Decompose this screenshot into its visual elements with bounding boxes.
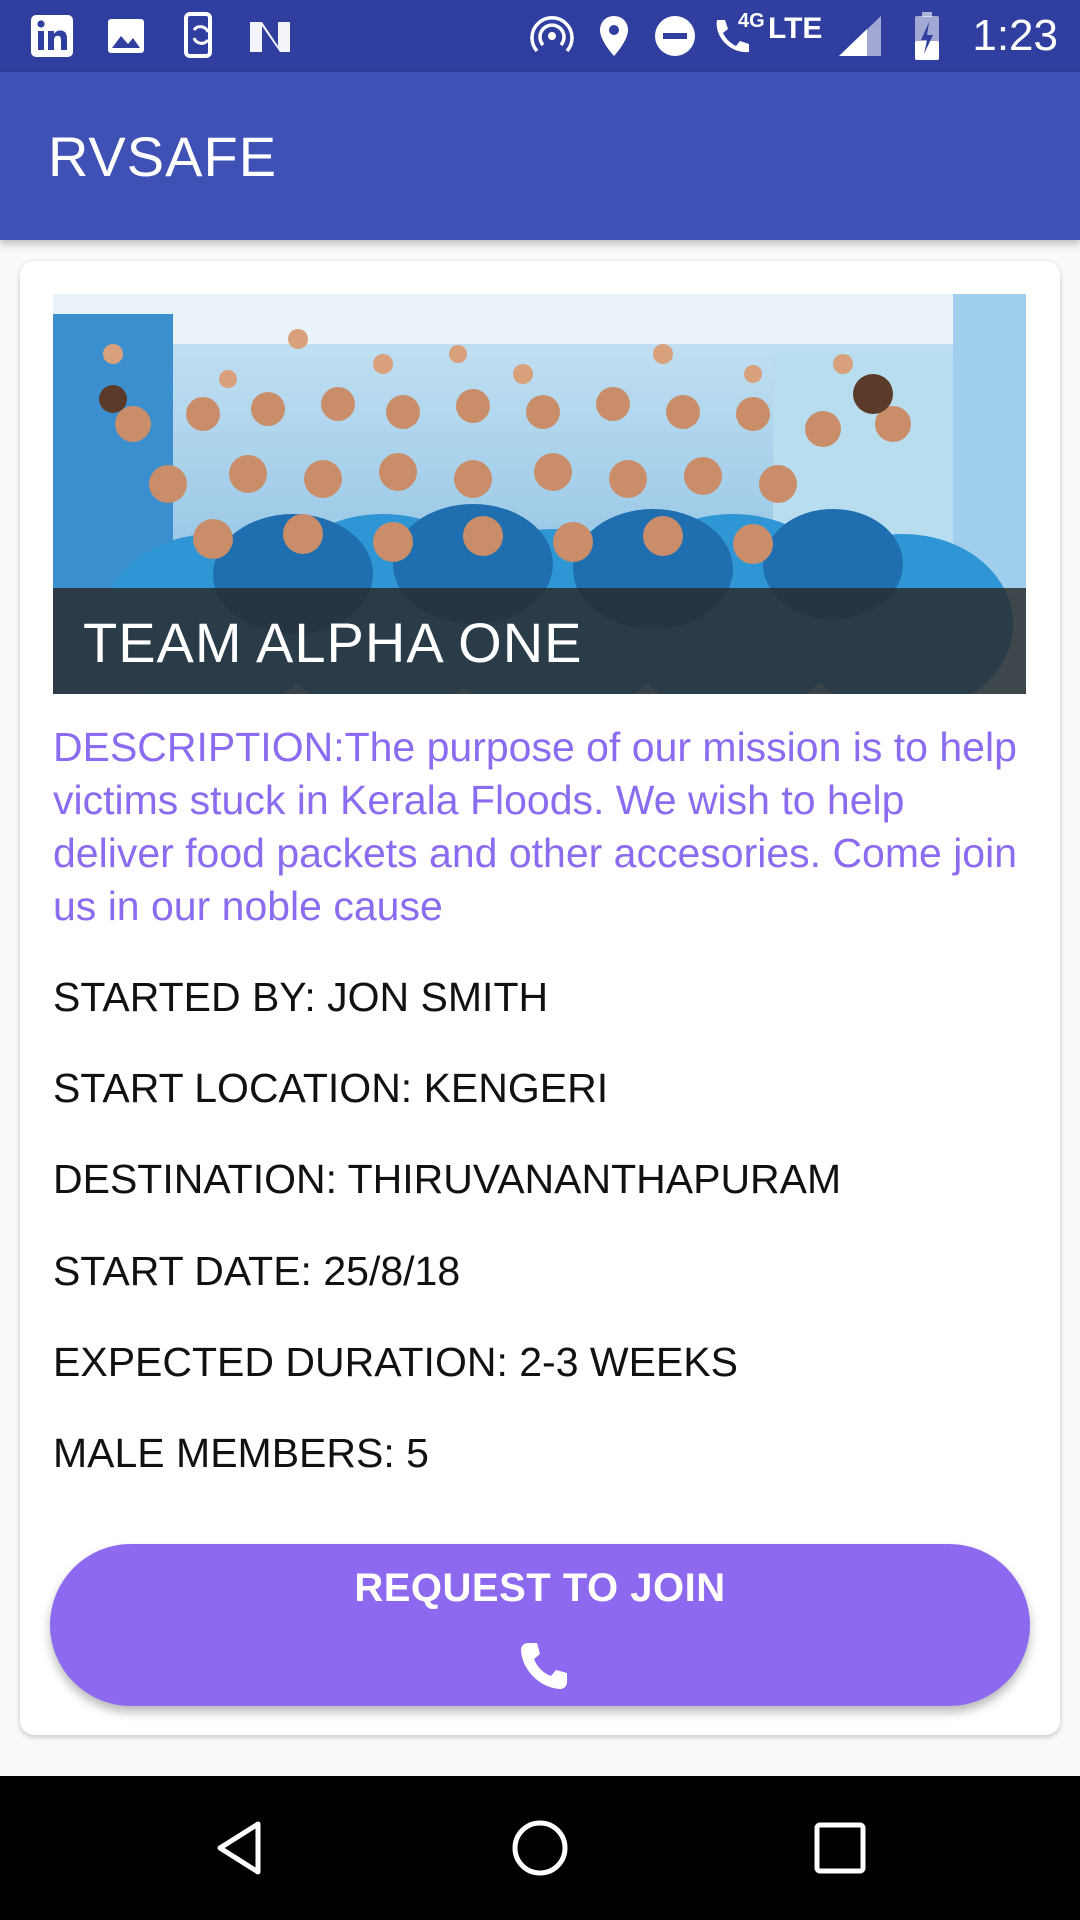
team-description: DESCRIPTION:The purpose of our mission i… — [53, 724, 1018, 929]
lte-label: LTE — [768, 12, 823, 45]
signal-icon — [836, 14, 884, 58]
male-members: MALE MEMBERS: 5 — [53, 1430, 429, 1476]
status-bar: 4G LTE 1:23 — [0, 0, 1080, 72]
home-icon[interactable] — [510, 1818, 570, 1878]
request-to-join-button[interactable]: REQUEST TO JOIN — [50, 1544, 1030, 1706]
back-icon[interactable] — [210, 1818, 270, 1878]
location-icon — [594, 14, 634, 58]
expected-duration: EXPECTED DURATION: 2-3 WEEKS — [53, 1339, 738, 1385]
n-app-icon — [246, 14, 294, 58]
start-location: START LOCATION: KENGERI — [53, 1065, 609, 1111]
status-time: 1:23 — [972, 11, 1058, 60]
team-photo: TEAM ALPHA ONE — [53, 294, 1026, 694]
team-card: TEAM ALPHA ONE DESCRIPTION:The purpose o… — [20, 261, 1060, 1735]
hotspot-icon — [528, 14, 576, 58]
linkedin-icon — [28, 14, 76, 58]
app-title: RVSAFE — [48, 125, 278, 188]
started-by: STARTED BY: JON SMITH — [53, 974, 549, 1020]
network-type-label: 4G — [738, 10, 765, 32]
dnd-icon — [652, 14, 698, 58]
navigation-bar — [0, 1776, 1080, 1920]
recents-icon[interactable] — [810, 1818, 870, 1878]
image-icon — [104, 14, 148, 58]
phone-icon — [521, 1643, 567, 1689]
team-name: TEAM ALPHA ONE — [83, 611, 583, 674]
request-to-join-label: REQUEST TO JOIN — [354, 1566, 726, 1610]
battery-charging-icon — [910, 12, 944, 60]
destination: DESTINATION: THIRUVANANTHAPURAM — [53, 1156, 842, 1202]
phone-sync-icon — [178, 12, 222, 58]
app-bar: RVSAFE — [0, 72, 1080, 240]
image-caption-overlay: TEAM ALPHA ONE — [53, 588, 1026, 694]
start-date: START DATE: 25/8/18 — [53, 1248, 461, 1294]
